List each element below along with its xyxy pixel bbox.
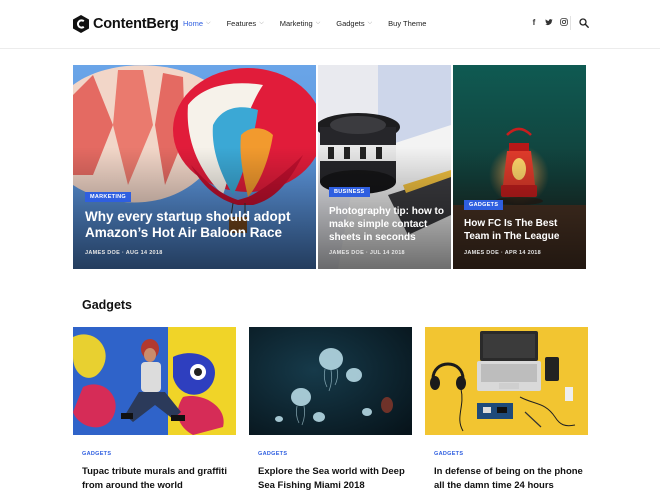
card-title-line: all the damn time 24 hours <box>434 479 554 491</box>
site-header: ContentBerg Home ⌵ Features ⌵ Marketing ⌵ G… <box>0 0 660 49</box>
card-category[interactable]: GADGETS <box>434 451 463 457</box>
post-date: AUG 14 2018 <box>125 250 163 256</box>
hero-title-line: Amazon’s Hot Air Baloon Race <box>85 225 283 241</box>
header-divider <box>570 16 571 30</box>
hero-post-3[interactable]: GADGETS How FC Is The Best Team in The L… <box>453 65 586 269</box>
hero-title[interactable]: How FC Is The Best Team in The League <box>464 217 584 243</box>
post-meta: JAMES DOE · JUL 14 2018 <box>329 250 405 256</box>
hero-title-line: Why every startup should adopt <box>85 209 291 224</box>
nav-item-label: Home <box>183 19 204 28</box>
chevron-down-icon: ⌵ <box>206 20 211 26</box>
nav-item-label: Marketing <box>279 19 313 28</box>
mural-photo <box>73 327 236 435</box>
nav-item-label: Buy Theme <box>388 19 427 28</box>
post-author[interactable]: JAMES DOE <box>85 250 120 256</box>
logo-hexagon-icon <box>73 15 89 33</box>
nav-item-home[interactable]: Home ⌵ <box>183 19 211 28</box>
nav-item-label: Features <box>226 19 257 28</box>
search-icon[interactable] <box>579 18 589 28</box>
card-image-gadgets[interactable] <box>425 327 588 435</box>
social-links: f <box>530 18 568 28</box>
chevron-down-icon: ⌵ <box>367 20 373 26</box>
card-title-line: In defense of being on the phone <box>434 466 583 477</box>
nav-item-buy-theme[interactable]: Buy Theme <box>388 19 426 28</box>
gadgets-flatlay-photo <box>425 327 588 435</box>
hero-title-line: Team in The League <box>464 231 560 242</box>
card-title[interactable]: Tupac tribute murals and graffiti from a… <box>82 465 252 493</box>
hero-post-2[interactable]: BUSINESS Photography tip: how to make si… <box>318 65 451 269</box>
post-meta: JAMES DOE · APR 14 2018 <box>464 250 541 256</box>
card-title-line: Sea Fishing Miami 2018 <box>258 479 365 491</box>
facebook-icon[interactable]: f <box>530 18 538 28</box>
nav-item-marketing[interactable]: Marketing ⌵ <box>280 19 321 28</box>
chevron-down-icon: ⌵ <box>315 20 321 26</box>
section-title: Gadgets <box>82 298 133 312</box>
hero-title-line: sheets in seconds <box>329 232 416 243</box>
hero-post-1[interactable]: MARKETING Why every startup should adopt… <box>73 65 316 269</box>
brand-name: ContentBerg <box>93 16 179 32</box>
card-title-line: from around the world <box>82 479 183 491</box>
card-title-line: Tupac tribute murals and graffiti <box>82 466 227 477</box>
instagram-icon[interactable] <box>560 18 568 28</box>
nav-item-label: Gadgets <box>336 19 365 28</box>
jellyfish-photo <box>249 327 412 435</box>
twitter-icon[interactable] <box>545 18 553 28</box>
post-date: JUL 14 2018 <box>369 250 405 256</box>
card-title[interactable]: In defense of being on the phone all the… <box>434 465 604 493</box>
nav-item-gadgets[interactable]: Gadgets ⌵ <box>336 19 372 28</box>
card-category[interactable]: GADGETS <box>258 451 287 457</box>
hero-title-line: Photography tip: how to <box>329 206 444 217</box>
post-author[interactable]: JAMES DOE <box>329 250 364 256</box>
post-date: APR 14 2018 <box>504 250 542 256</box>
category-badge[interactable]: BUSINESS <box>329 187 370 197</box>
card-image-jellyfish[interactable] <box>249 327 412 435</box>
post-author[interactable]: JAMES DOE <box>464 250 499 256</box>
category-badge[interactable]: GADGETS <box>464 200 504 210</box>
hero-title[interactable]: Why every startup should adopt Amazon’s … <box>85 209 310 242</box>
card-title[interactable]: Explore the Sea world with Deep Sea Fish… <box>258 465 428 493</box>
hero-title[interactable]: Photography tip: how to make simple cont… <box>329 205 449 244</box>
hero-title-line: make simple contact <box>329 219 428 230</box>
main-nav: Home ⌵ Features ⌵ Marketing ⌵ Gadgets ⌵ Buy … <box>183 19 442 28</box>
site-logo[interactable]: ContentBerg <box>73 15 179 33</box>
card-category[interactable]: GADGETS <box>82 451 111 457</box>
chevron-down-icon: ⌵ <box>259 20 264 26</box>
card-title-line: Explore the Sea world with Deep <box>258 466 405 477</box>
card-image-mural[interactable] <box>73 327 236 435</box>
post-meta: JAMES DOE · AUG 14 2018 <box>85 250 163 256</box>
category-badge[interactable]: MARKETING <box>85 192 132 202</box>
hero-title-line: How FC Is The Best <box>464 218 558 229</box>
nav-item-features[interactable]: Features ⌵ <box>227 19 264 28</box>
